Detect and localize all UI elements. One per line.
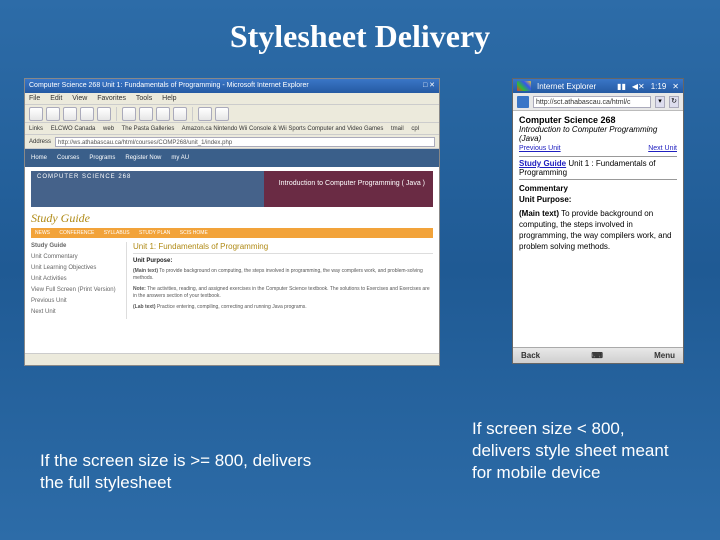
window-title: Computer Science 268 Unit 1: Fundamental… [29,79,309,93]
tab-news[interactable]: NEWS [35,230,50,236]
commentary-heading: Commentary [519,184,677,193]
menubar[interactable]: File Edit View Favorites Tools Help [25,93,439,105]
menu-edit[interactable]: Edit [50,95,62,102]
favorites-button[interactable] [139,107,153,121]
link-item[interactable]: The Pasta Galleries [122,126,175,132]
mobile-address-input[interactable]: http://sct.athabascau.ca/html/c [533,96,651,108]
sidebar-item[interactable]: View Full Screen (Print Version) [31,286,122,294]
banner-course-code: COMPUTER SCIENCE 268 [37,174,131,180]
slide-title: Stylesheet Delivery [0,0,720,65]
mail-button[interactable] [198,107,212,121]
mobile-study-guide: Study Guide Unit 1 : Fundamentals of Pro… [519,159,677,177]
link-item[interactable]: ELCWO Canada [51,126,96,132]
window-controls[interactable]: □ ✕ [423,79,435,93]
softkey-back[interactable]: Back [521,351,540,360]
mobile-body-text: (Main text) To provide background on com… [519,208,677,252]
sidebar-item[interactable]: Unit Activities [31,275,122,283]
keyboard-icon[interactable]: ⌨ [591,351,603,360]
print-button[interactable] [215,107,229,121]
menu-file[interactable]: File [29,95,40,102]
sidebar-item[interactable]: Unit Commentary [31,253,122,261]
address-bar: Address http://ws.athabascau.ca/html/cou… [25,135,439,149]
mobile-toolbar: http://sct.athabascau.ca/html/c ▾ ↻ [513,93,683,111]
link-item[interactable]: Amazon.ca Nintendo Wii Console & Wii Spo… [182,126,384,132]
main-content: Unit 1: Fundamentals of Programming Unit… [133,242,433,319]
tab-scis[interactable]: SCIS HOME [180,230,208,236]
mobile-course-title: Computer Science 268 [519,115,677,125]
system-bar: Internet Explorer ▮▮ ◀✕ 1:19 ✕ [513,79,683,93]
refresh-button[interactable] [80,107,94,121]
dropdown-icon[interactable]: ▾ [655,96,665,108]
next-unit-link[interactable]: Next Unit [648,145,677,152]
menu-tools[interactable]: Tools [136,95,152,102]
mobile-page-content: Computer Science 268 Introduction to Com… [513,111,683,347]
softkey-menu[interactable]: Menu [654,351,675,360]
clock: 1:19 [651,82,667,91]
menu-help[interactable]: Help [162,95,176,102]
note-para: Note: The activities, reading, and assig… [133,286,433,300]
lab-text-para: (Lab text) Practice entering, compiling,… [133,304,433,311]
back-button[interactable] [29,107,43,121]
caption-left: If the screen size is >= 800, delivers t… [40,450,320,494]
course-banner: COMPUTER SCIENCE 268 Introduction to Com… [31,171,433,207]
unit-purpose-heading: Unit Purpose: [519,195,677,204]
toolbar [25,105,439,123]
media-button[interactable] [156,107,170,121]
site-header-nav: Home Courses Programs Register Now my AU [25,149,439,167]
desktop-browser-window: Computer Science 268 Unit 1: Fundamental… [24,78,440,366]
favorites-icon[interactable] [517,96,529,108]
sidebar-item[interactable]: Next Unit [31,308,122,316]
forward-button[interactable] [46,107,60,121]
tab-syllabus[interactable]: SYLLABUS [104,230,130,236]
status-bar [25,353,439,365]
prev-unit-link[interactable]: Previous Unit [519,145,561,152]
mobile-course-subtitle: Introduction to Computer Programming (Ja… [519,125,677,143]
unit-title: Unit 1: Fundamentals of Programming [133,242,433,254]
start-icon[interactable] [517,81,531,91]
nav-home[interactable]: Home [31,155,47,161]
nav-programs[interactable]: Programs [89,155,115,161]
sidebar-heading: Study Guide [31,242,122,250]
nav-register[interactable]: Register Now [125,155,161,161]
nav-myau[interactable]: my AU [171,155,189,161]
link-item[interactable]: tmail [391,126,404,132]
sidebar-item[interactable]: Previous Unit [31,297,122,305]
window-titlebar: Computer Science 268 Unit 1: Fundamental… [25,79,439,93]
study-guide-heading: Study Guide [31,211,433,226]
caption-right: If screen size < 800, delivers style she… [472,418,672,484]
signal-icon: ▮▮ [617,82,626,91]
course-tabs: NEWS CONFERENCE SYLLABUS STUDY PLAN SCIS… [31,228,433,238]
home-button[interactable] [97,107,111,121]
history-button[interactable] [173,107,187,121]
sidebar-item[interactable]: Unit Learning Objectives [31,264,122,272]
close-icon[interactable]: ✕ [672,82,679,91]
sidebar: Study Guide Unit Commentary Unit Learnin… [31,242,127,319]
mobile-browser-window: Internet Explorer ▮▮ ◀✕ 1:19 ✕ http://sc… [512,78,684,364]
divider [519,156,677,157]
link-item[interactable]: web [103,126,114,132]
nav-courses[interactable]: Courses [57,155,79,161]
main-text-para: (Main text) To provide background on com… [133,268,433,282]
search-button[interactable] [122,107,136,121]
tab-conference[interactable]: CONFERENCE [59,230,94,236]
softkey-bar: Back ⌨ Menu [513,347,683,363]
study-guide-link[interactable]: Study Guide [519,159,566,168]
link-item[interactable]: cpl [411,126,419,132]
tab-studyplan[interactable]: STUDY PLAN [139,230,170,236]
go-button[interactable]: ↻ [669,96,679,108]
stop-button[interactable] [63,107,77,121]
speaker-icon: ◀✕ [632,82,645,91]
divider [519,179,677,180]
app-title: Internet Explorer [537,82,596,91]
banner-course-title: Introduction to Computer Programming ( J… [279,179,425,188]
address-input[interactable]: http://ws.athabascau.ca/html/courses/COM… [55,137,435,147]
page-content: Home Courses Programs Register Now my AU… [25,149,439,353]
links-label: Links [29,126,43,132]
menu-view[interactable]: View [72,95,87,102]
unit-purpose-label: Unit Purpose: [133,258,433,264]
mobile-unit-nav: Previous Unit Next Unit [519,145,677,152]
menu-favorites[interactable]: Favorites [97,95,126,102]
links-bar: Links ELCWO Canada web The Pasta Galleri… [25,123,439,135]
address-label: Address [29,139,51,145]
